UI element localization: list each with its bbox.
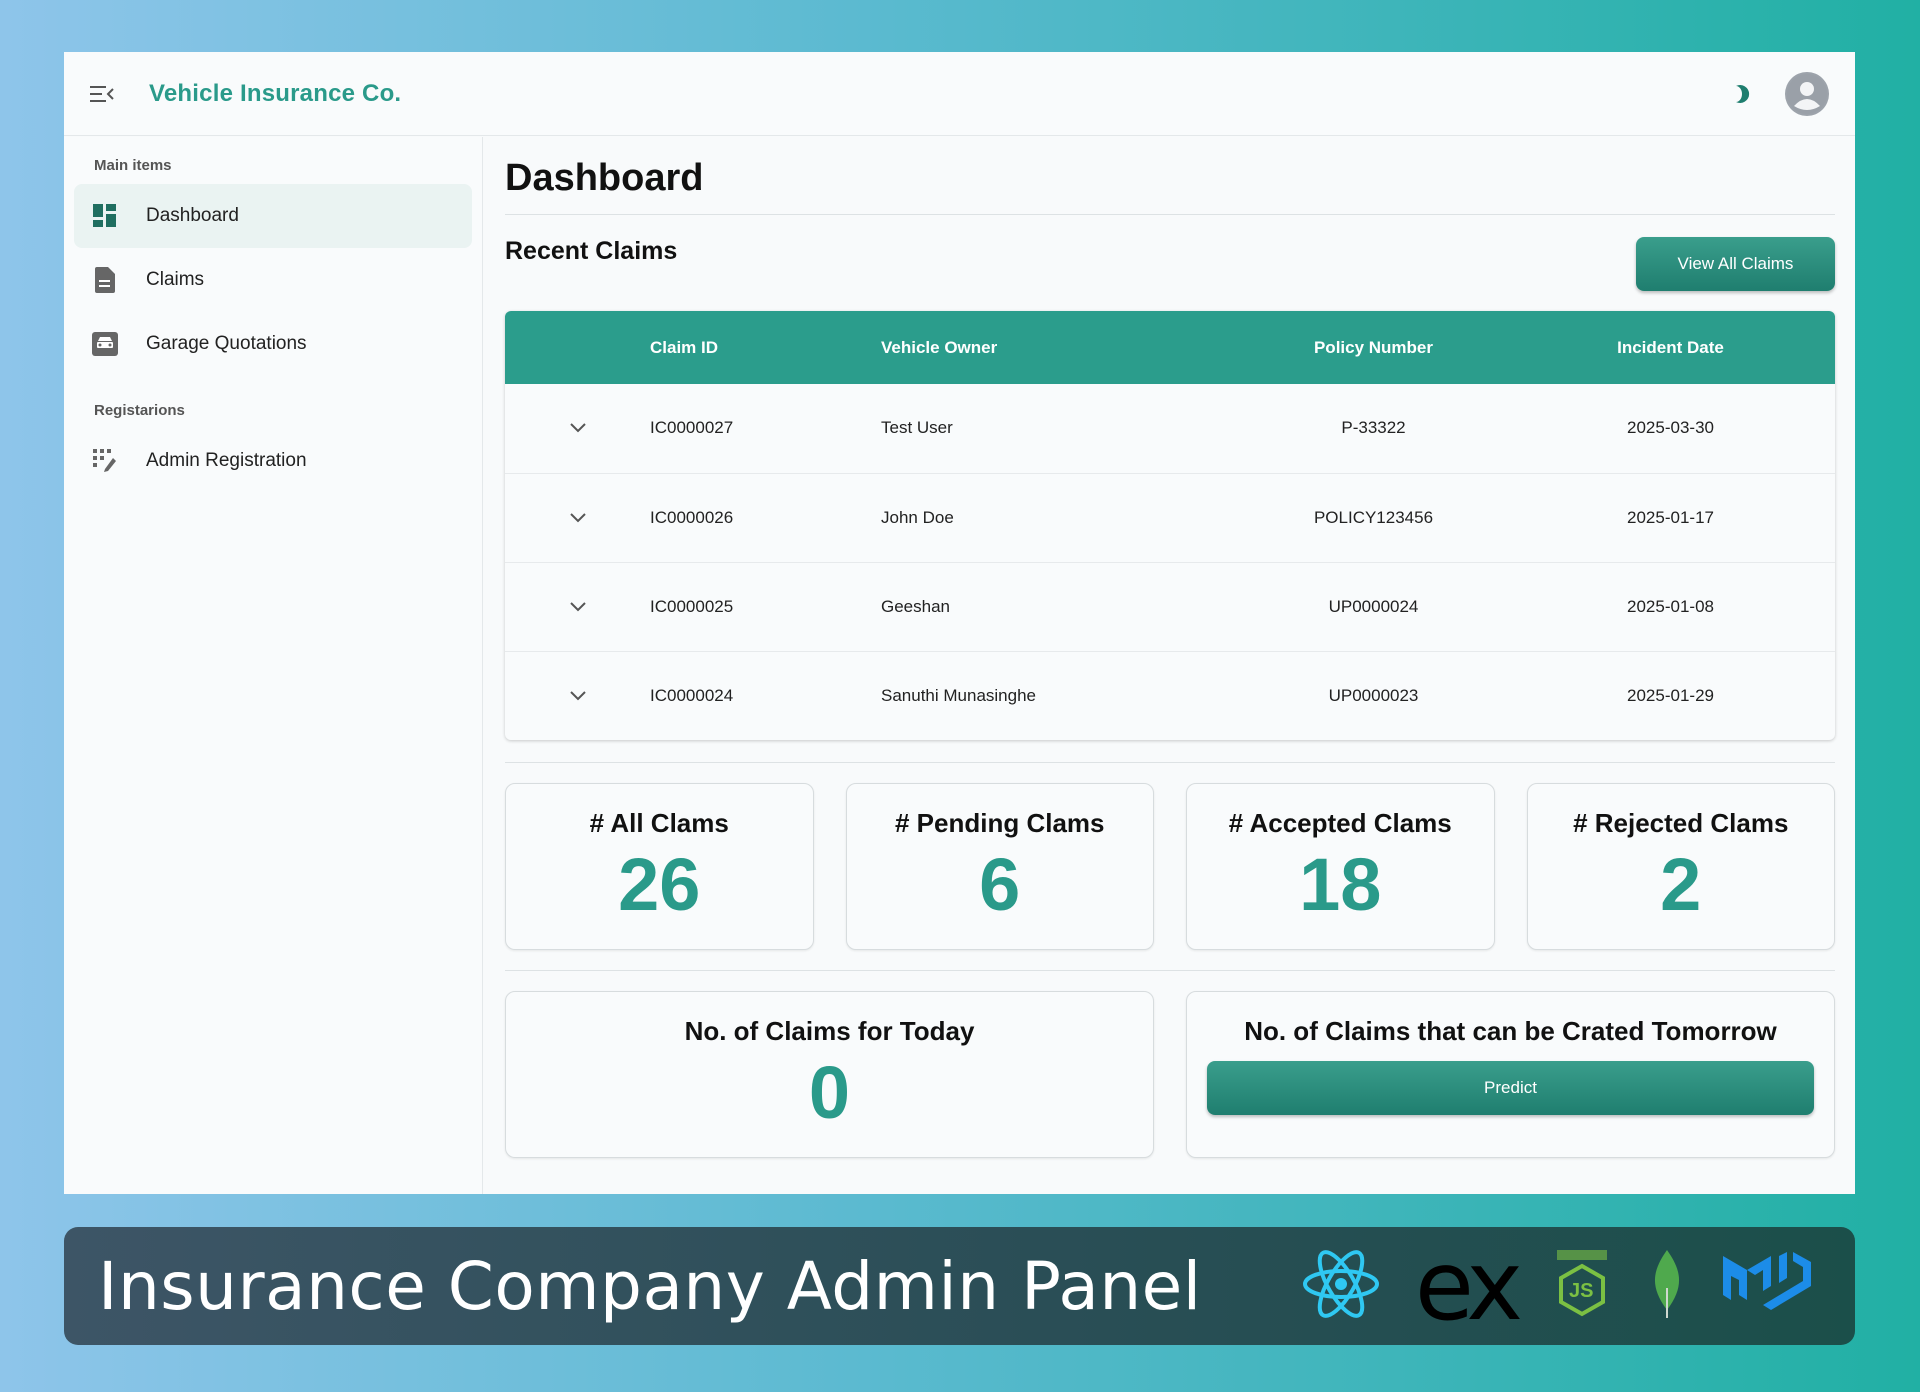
predict-button[interactable]: Predict — [1207, 1061, 1814, 1115]
claims-tomorrow-label: No. of Claims that can be Crated Tomorro… — [1244, 1016, 1777, 1046]
vehicle-owner-cell: John Doe — [881, 473, 1241, 563]
table-row[interactable]: IC0000027 Test User P-33322 2025-03-30 — [505, 384, 1835, 474]
sidebar-item-dashboard[interactable]: Dashboard — [74, 184, 472, 248]
policy-number-cell: UP0000023 — [1328, 685, 1419, 705]
document-icon — [92, 267, 118, 293]
stat-label: # Pending Clams — [895, 808, 1105, 838]
sidebar-item-label: Garage Quotations — [146, 333, 307, 354]
claims-today-value: 0 — [808, 1051, 851, 1134]
vehicle-owner-cell: Test User — [881, 384, 1241, 474]
dashboard-icon — [92, 203, 118, 229]
recent-claims-title: Recent Claims — [505, 237, 678, 265]
car-icon — [92, 331, 118, 357]
mongodb-logo-icon — [1647, 1248, 1687, 1325]
incident-date-cell: 2025-03-30 — [1506, 384, 1835, 474]
stat-card-accepted-claims: # Accepted Clams 18 — [1186, 783, 1495, 950]
table-row[interactable]: IC0000024 Sanuthi Munasinghe UP0000023 2… — [505, 651, 1835, 740]
tech-logos: ex JS — [1301, 1230, 1855, 1342]
main-content: Dashboard Recent Claims View All Claims … — [505, 137, 1835, 1158]
policy-number-cell: UP0000024 — [1241, 562, 1506, 652]
incident-date-cell: 2025-01-17 — [1506, 473, 1835, 563]
claim-id-cell: IC0000025 — [650, 562, 881, 652]
claim-id-cell: IC0000026 — [650, 473, 881, 563]
chevron-down-icon[interactable] — [569, 423, 586, 433]
sidebar-item-label: Claims — [146, 269, 205, 290]
claims-today-label: No. of Claims for Today — [684, 1016, 975, 1046]
column-header-vehicle-owner: Vehicle Owner — [881, 337, 998, 357]
nodejs-logo-text: JS — [1569, 1280, 1594, 1302]
claim-id-cell: IC0000024 — [650, 685, 734, 705]
table-row[interactable]: IC0000026 John Doe POLICY123456 2025-01-… — [505, 473, 1835, 563]
incident-date-cell: 2025-01-29 — [1627, 685, 1714, 705]
stat-card-rejected-claims: # Rejected Clams 2 — [1526, 783, 1835, 950]
sidebar-section-registrations: Registarions — [94, 402, 185, 419]
policy-number-cell: P-33322 — [1241, 384, 1506, 474]
app-title: Vehicle Insurance Co. — [149, 79, 402, 107]
stat-label: # Accepted Clams — [1228, 808, 1452, 838]
page-title: Dashboard — [505, 137, 1835, 215]
chevron-down-icon[interactable] — [569, 601, 586, 612]
avatar[interactable] — [1785, 71, 1829, 116]
chevron-down-icon[interactable] — [569, 512, 586, 523]
vehicle-owner-cell: Sanuthi Munasinghe — [881, 685, 1037, 705]
sidebar-item-label: Dashboard — [146, 205, 239, 226]
claims-tomorrow-card: No. of Claims that can be Crated Tomorro… — [1186, 991, 1835, 1158]
app-window: Vehicle Insurance Co. Main items Dashboa… — [64, 52, 1855, 1194]
sidebar-section-main: Main items — [94, 157, 172, 174]
banner: Insurance Company Admin Panel ex JS — [64, 1227, 1855, 1345]
incident-date-cell: 2025-01-08 — [1506, 562, 1835, 652]
view-all-claims-button[interactable]: View All Claims — [1636, 237, 1835, 291]
express-logo-icon: ex — [1414, 1230, 1523, 1342]
stat-label: # Rejected Clams — [1573, 808, 1789, 838]
stat-label: # All Clams — [589, 808, 729, 838]
column-header-claim-id: Claim ID — [650, 337, 719, 357]
sidebar-item-label: Admin Registration — [146, 450, 307, 471]
registration-icon — [92, 448, 118, 474]
table-row[interactable]: IC0000025 Geeshan UP0000024 2025-01-08 — [505, 562, 1835, 652]
stat-value: 6 — [979, 843, 1021, 926]
menu-toggle-icon[interactable] — [90, 84, 116, 104]
claims-today-card: No. of Claims for Today 0 — [505, 991, 1154, 1158]
stat-value: 26 — [618, 843, 701, 926]
column-header-incident-date: Incident Date — [1617, 337, 1724, 357]
expand-column-header — [505, 311, 650, 384]
table-header-row: Claim ID Vehicle Owner Policy Number Inc… — [505, 311, 1835, 384]
stat-card-all-claims: # All Clams 26 — [505, 783, 814, 950]
recent-claims-table: Claim ID Vehicle Owner Policy Number Inc… — [505, 311, 1835, 740]
sidebar-item-claims[interactable]: Claims — [74, 248, 472, 312]
column-header-policy-number: Policy Number — [1313, 337, 1434, 357]
top-bar: Vehicle Insurance Co. — [64, 52, 1855, 136]
mui-logo-icon — [1721, 1248, 1813, 1325]
react-logo-icon — [1301, 1248, 1381, 1325]
stats-row: # All Clams 26 # Pending Clams 6 # Accep… — [505, 763, 1835, 970]
dark-mode-toggle-icon[interactable] — [1729, 83, 1751, 105]
banner-title: Insurance Company Admin Panel — [98, 1247, 1202, 1325]
claim-id-cell: IC0000027 — [650, 384, 881, 474]
chevron-down-icon[interactable] — [569, 691, 586, 701]
policy-number-cell: POLICY123456 — [1241, 473, 1506, 563]
stat-card-pending-claims: # Pending Clams 6 — [845, 783, 1154, 950]
sidebar-item-admin-registration[interactable]: Admin Registration — [74, 429, 472, 493]
nodejs-logo-icon: JS — [1551, 1250, 1613, 1322]
stat-value: 18 — [1299, 843, 1382, 926]
sidebar-item-garage-quotations[interactable]: Garage Quotations — [74, 312, 472, 376]
sidebar: Main items Dashboard Claims Garage Quota… — [64, 137, 483, 1194]
vehicle-owner-cell: Geeshan — [881, 562, 1241, 652]
stat-value: 2 — [1660, 843, 1702, 926]
